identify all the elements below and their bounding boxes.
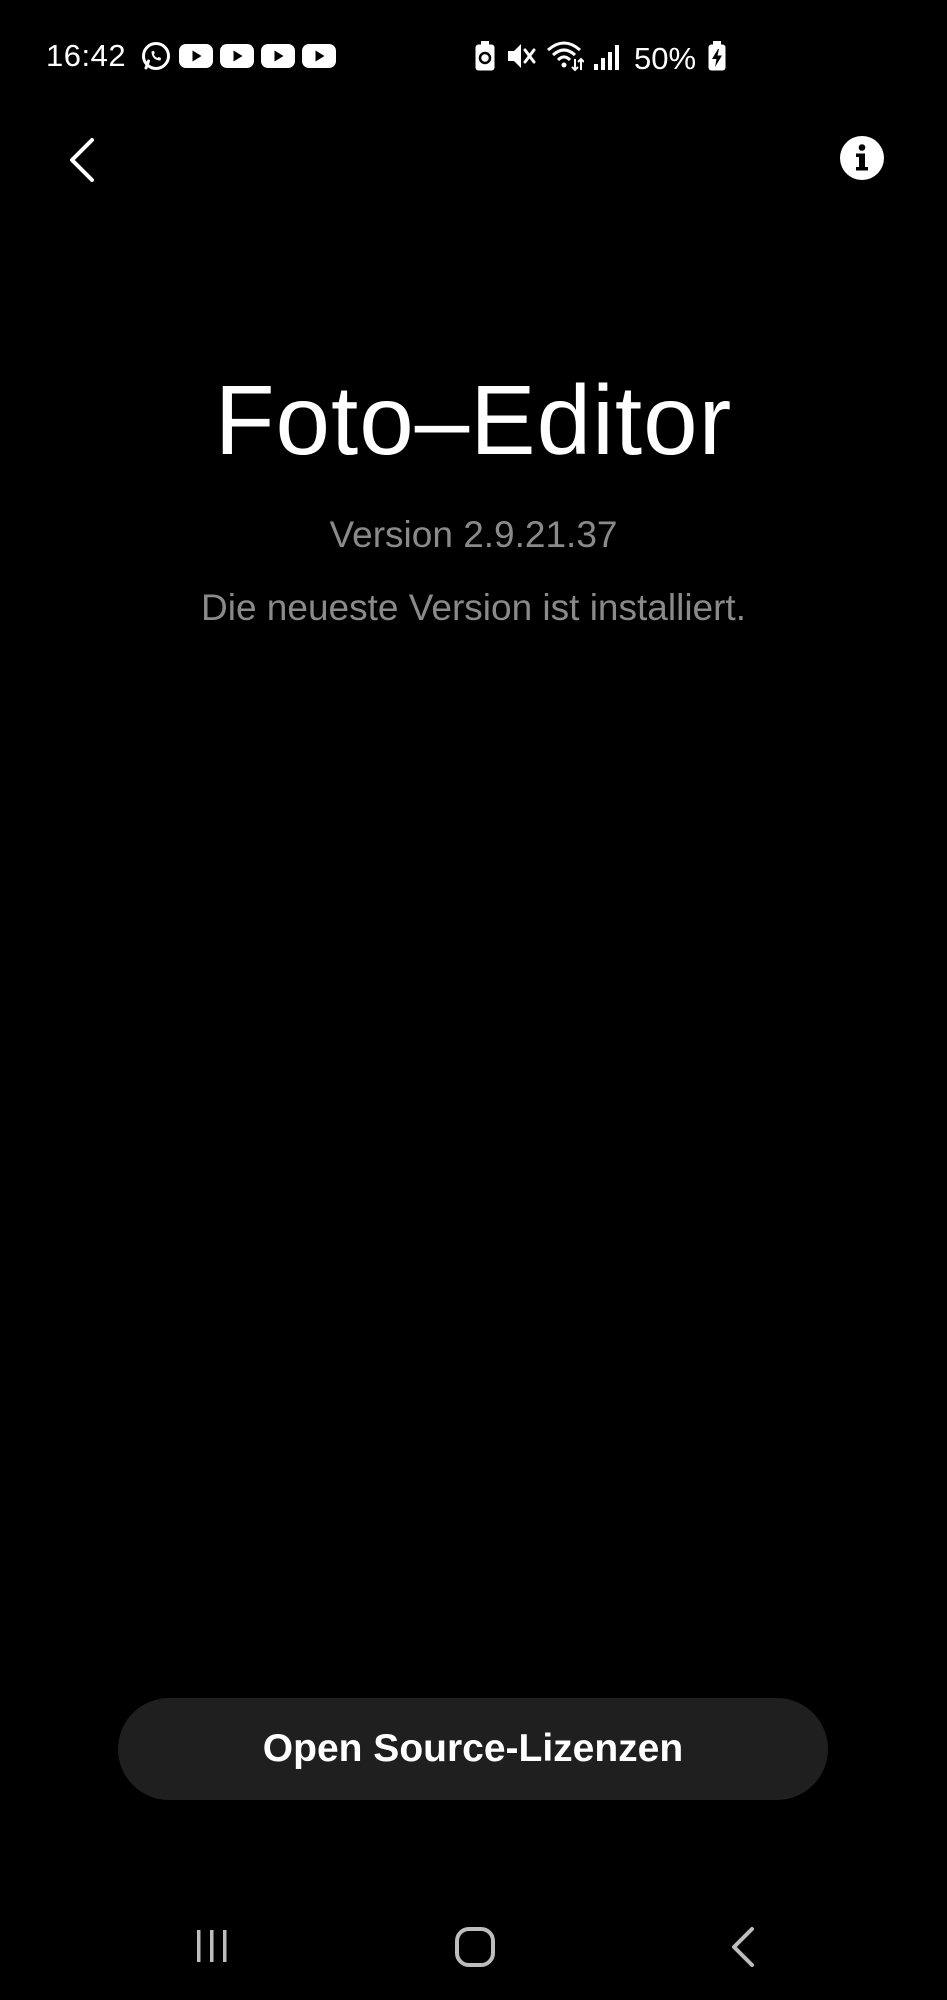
battery-percentage: 50% [634,40,697,76]
youtube-icon [261,43,295,74]
status-time: 16:42 [46,38,127,73]
top-bar [0,118,947,198]
nav-back-button[interactable] [718,1922,768,1972]
app-title: Foto–Editor [214,365,733,475]
battery-charging-icon [707,40,727,77]
signal-icon [593,40,621,77]
update-status-text: Die neueste Version ist installiert. [201,587,746,628]
wifi-icon [546,40,585,77]
youtube-icon [179,43,213,74]
nav-home-button[interactable] [450,1922,500,1972]
whatsapp-icon [140,40,172,77]
nav-recents-button[interactable] [188,1922,236,1970]
back-icon [732,1927,754,1967]
version-text: Version 2.9.21.37 [329,514,618,555]
system-icons: 50% [474,40,727,77]
youtube-icon [220,43,254,74]
home-icon [455,1927,495,1967]
mute-icon [505,40,537,77]
back-button[interactable] [52,130,112,190]
status-bar: 16:42 50% [0,0,947,118]
youtube-icon [302,43,336,74]
info-button[interactable] [836,132,888,184]
open-source-licenses-button[interactable]: Open Source-Lizenzen [118,1698,828,1800]
notification-icons [140,40,336,77]
chevron-left-icon [70,138,94,182]
battery-saver-icon [474,40,496,77]
navigation-bar [0,1900,947,2000]
info-icon [840,136,884,180]
recents-icon [197,1930,227,1962]
